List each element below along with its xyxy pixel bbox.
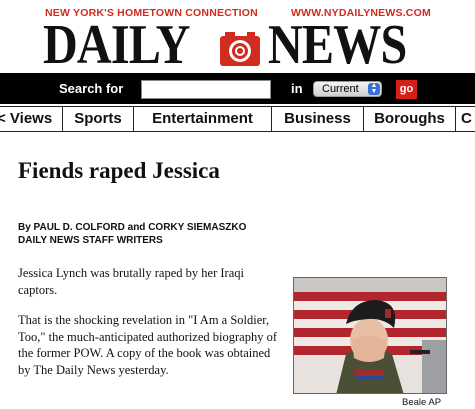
photo-credit: Beale AP: [402, 397, 442, 408]
masthead-logo[interactable]: DAILY NEWS: [0, 14, 475, 76]
byline-staff: DAILY NEWS STAFF WRITERS: [18, 234, 163, 246]
nav-item-business-label: Business: [284, 110, 351, 127]
nav-item-sports-label: Sports: [74, 110, 122, 127]
nav-item-views-label: < Views: [0, 110, 53, 127]
nav-item-boroughs[interactable]: Boroughs: [363, 106, 455, 132]
search-bar: Search for in Current ▲ ▼ go: [0, 73, 475, 104]
nav-item-more[interactable]: C: [455, 106, 475, 132]
nav-item-boroughs-label: Boroughs: [374, 110, 445, 127]
go-button[interactable]: go: [396, 80, 417, 99]
search-scope-label: in: [291, 81, 303, 96]
search-scope-select[interactable]: Current ▲ ▼: [313, 81, 382, 97]
search-scope-value: Current: [322, 83, 359, 95]
nav-item-views[interactable]: < Views: [0, 106, 62, 132]
logo-news: NEWS: [268, 14, 407, 76]
search-input[interactable]: [141, 80, 271, 99]
section-nav: < Views Sports Entertainment Business Bo…: [0, 106, 475, 132]
search-label: Search for: [59, 81, 124, 96]
article-photo[interactable]: [293, 277, 447, 394]
nav-item-more-label: C: [461, 110, 472, 127]
article-headline: Fiends raped Jessica: [18, 158, 220, 183]
nav-item-entertainment[interactable]: Entertainment: [133, 106, 271, 132]
chevron-updown-icon: ▲ ▼: [368, 82, 380, 95]
logo-daily: DAILY: [43, 14, 190, 76]
byline-authors: By PAUL D. COLFORD and CORKY SIEMASZKO: [18, 222, 247, 233]
article-paragraph: Jessica Lynch was brutally raped by her …: [18, 266, 244, 297]
nav-item-entertainment-label: Entertainment: [152, 110, 253, 127]
article-photo-image: [294, 278, 446, 393]
nav-item-business[interactable]: Business: [271, 106, 363, 132]
nav-item-sports[interactable]: Sports: [62, 106, 133, 132]
article-paragraph: That is the shocking revelation in "I Am…: [18, 313, 278, 377]
article-byline: By PAUL D. COLFORD and CORKY SIEMASZKO D…: [18, 222, 246, 247]
camera-logo-icon: [220, 32, 260, 66]
